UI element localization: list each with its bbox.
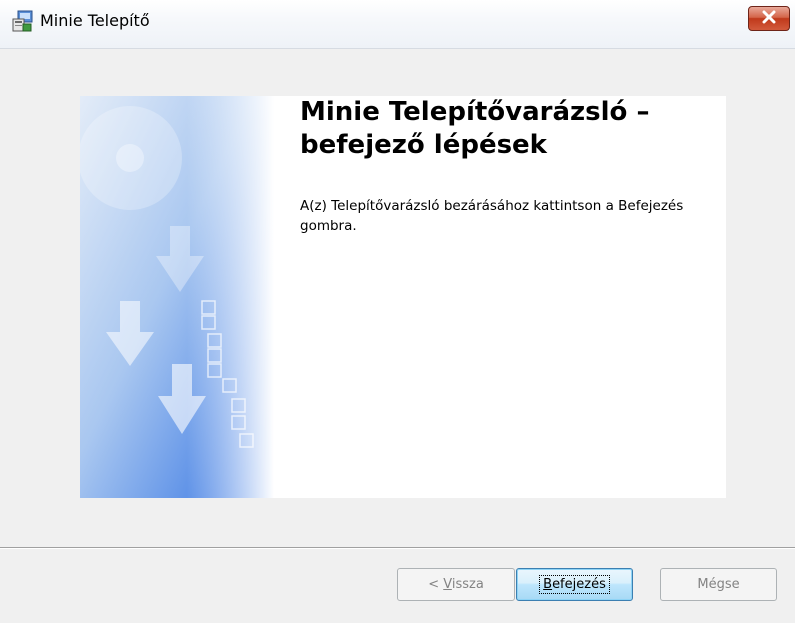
close-button[interactable] — [748, 6, 790, 31]
finish-rest: efejezés — [552, 577, 606, 592]
cancel-button[interactable]: Mégse — [660, 568, 777, 601]
title-bar[interactable]: Minie Telepítő — [0, 0, 795, 49]
window-title: Minie Telepítő — [40, 11, 150, 30]
finish-button[interactable]: Befejezés — [516, 568, 633, 601]
finish-mnemonic: B — [543, 577, 553, 592]
back-prefix: < — [428, 577, 444, 592]
page-title-line2: befejező lépések — [300, 130, 547, 160]
close-icon — [761, 9, 777, 28]
page-title-line1: Minie Telepítővarázsló – — [300, 97, 650, 127]
finish-button-label: Befejezés — [539, 575, 610, 594]
installer-window: Minie Telepítő Minie Telepítővarázsló – … — [0, 0, 795, 623]
footer-separator — [0, 547, 795, 549]
installer-banner-image — [80, 96, 274, 498]
back-mnemonic: V — [443, 577, 452, 592]
cancel-button-label: Mégse — [697, 577, 740, 592]
back-button-label: < Vissza — [428, 577, 484, 592]
back-button[interactable]: < Vissza — [397, 568, 515, 601]
installer-icon — [12, 10, 34, 32]
finish-description: A(z) Telepítővarázsló bezárásához kattin… — [300, 198, 684, 234]
wizard-content-panel: Minie Telepítővarázsló – befejező lépése… — [80, 96, 726, 498]
back-rest: issza — [451, 577, 484, 592]
page-title: Minie Telepítővarázsló – befejező lépése… — [300, 96, 720, 162]
